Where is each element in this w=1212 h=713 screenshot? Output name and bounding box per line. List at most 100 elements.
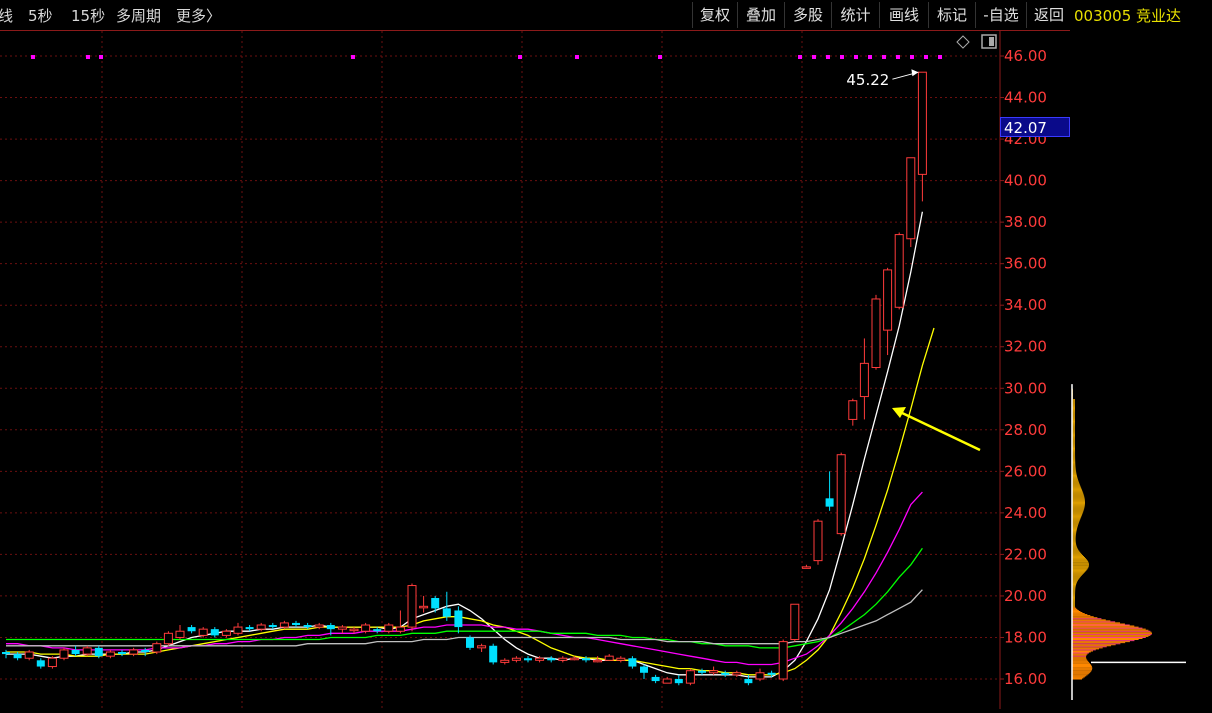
candle-body [848,400,858,420]
candle-body [558,657,568,661]
candle-body [790,603,800,641]
candle-body [373,629,382,632]
candle-body [767,672,776,675]
signal-marker [896,55,900,59]
candle-body [279,622,289,628]
signal-marker [882,55,886,59]
candle-body [407,585,417,628]
candle-body [871,298,881,368]
price-tick-label: 40.00 [1004,172,1047,190]
price-tick-label: 24.00 [1004,504,1047,522]
candle-body [47,657,57,668]
candle-body [813,520,823,562]
candle-body [674,679,683,684]
price-tick-label: 38.00 [1004,213,1047,231]
price-tick-label: 22.00 [1004,545,1047,563]
candle-body [801,566,811,569]
signal-marker [868,55,872,59]
candle-body [13,654,22,659]
price-tick-label: 28.00 [1004,421,1047,439]
candle-body [547,658,556,661]
candle-body [698,670,706,673]
signal-marker [575,55,579,59]
candle-body [233,626,243,634]
signal-marker [518,55,522,59]
ma-line-3 [6,547,923,649]
candle-body [500,659,510,663]
candle-body [442,608,451,617]
candle-body [349,628,359,632]
candle-body [71,649,80,655]
candle-body [118,652,126,655]
candle-body [894,234,904,308]
ma-line-2 [6,491,923,666]
candle-body [721,672,730,675]
price-tick-label: 20.00 [1004,587,1047,605]
candle-body [628,658,637,667]
candle-body [778,641,788,680]
price-tick-label: 16.00 [1004,670,1047,688]
signal-marker [31,55,35,59]
price-tick-label: 44.00 [1004,89,1047,107]
candle-body [395,626,405,632]
candle-body [709,670,719,674]
chip-distribution-panel [1071,0,1212,709]
signal-marker [854,55,858,59]
signal-marker [910,55,914,59]
candle-body [105,651,115,657]
candle-body [466,637,474,648]
last-price-badge: 42.07 [1000,117,1070,137]
candle-body [163,632,173,645]
signal-marker [826,55,830,59]
panel-toggle-icon[interactable] [981,34,997,49]
candle-body [640,666,648,673]
candle-body [59,649,69,659]
candle-body [268,625,277,628]
yellow-arrow [899,410,981,452]
candle-body [210,629,219,636]
candle-body [431,598,440,609]
candle-body [825,498,834,507]
signal-marker [86,55,90,59]
candle-body [175,630,185,638]
candle-body [755,672,765,680]
candle-body [569,657,579,661]
price-tick-label: 34.00 [1004,296,1047,314]
candle-body [198,628,208,636]
candle-body [82,647,92,655]
price-tick-label: 26.00 [1004,462,1047,480]
candle-body [744,679,753,684]
signal-marker [99,55,103,59]
candle-body [361,624,371,632]
candle-body [303,625,312,628]
price-tick-label: 30.00 [1004,379,1047,397]
candle-body [616,657,626,661]
candle-body [906,157,916,240]
signal-marker [812,55,816,59]
candle-body [129,649,139,655]
candle-body [256,624,266,630]
signal-marker [938,55,942,59]
candle-body [152,643,162,653]
candle-body [245,627,254,630]
candle-body [917,71,927,175]
price-tick-label: 36.00 [1004,255,1047,273]
candle-body [221,630,231,636]
kline-chart[interactable]: 46.0044.0042.0040.0038.0036.0034.0032.00… [0,0,1070,709]
candle-body [535,657,545,661]
candle-body [732,672,742,676]
high-pointer-head [911,69,919,77]
candle-body [337,626,347,630]
candle-body [454,610,463,628]
candle-body [24,651,34,659]
candle-body [292,622,300,626]
stock-title: 003005 竞业达 [1074,7,1182,25]
signal-marker [658,55,662,59]
candle-body [36,660,45,667]
signal-marker [840,55,844,59]
price-tick-label: 46.00 [1004,47,1047,65]
candle-body [2,652,10,655]
diamond-icon[interactable] [956,35,970,49]
candle-body [582,658,590,661]
price-tick-label: 18.00 [1004,628,1047,646]
